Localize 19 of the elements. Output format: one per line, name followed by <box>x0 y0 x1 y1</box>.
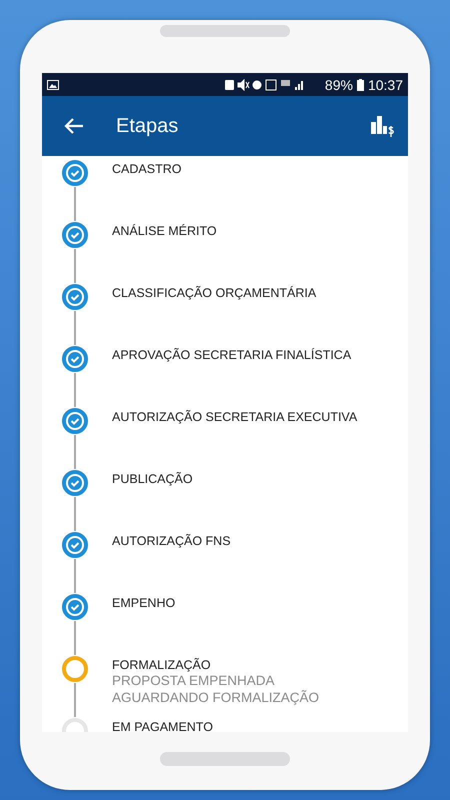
battery-icon <box>356 78 364 90</box>
step-title: EM PAGAMENTO <box>112 720 213 732</box>
image-icon <box>47 80 59 90</box>
clock: 10:37 <box>368 76 403 92</box>
step-title: APROVAÇÃO SECRETARIA FINALÍSTICA <box>112 348 352 362</box>
back-arrow-icon <box>64 117 84 135</box>
step-title: ANÁLISE MÉRITO <box>112 224 217 238</box>
battery-percentage: 89% <box>324 76 353 92</box>
bar-chart-dollar-icon <box>370 114 396 138</box>
step-detail: PROPOSTA EMPENHADA <box>112 672 276 689</box>
step-title: AUTORIZAÇÃO SECRETARIA EXECUTIVA <box>112 410 358 424</box>
screen-title: Etapas <box>116 114 178 138</box>
step-detail: AGUARDANDO FORMALIZAÇÃO <box>112 689 320 706</box>
step-title: CADASTRO <box>112 162 182 176</box>
step-title: FORMALIZAÇÃO <box>112 658 212 672</box>
step-title: PUBLICAÇÃO <box>112 472 193 486</box>
step-title: EMPENHO <box>112 596 176 610</box>
step-title: AUTORIZAÇÃO FNS <box>112 534 231 548</box>
step-title: CLASSIFICAÇÃO ORÇAMENTÁRIA <box>112 286 316 300</box>
